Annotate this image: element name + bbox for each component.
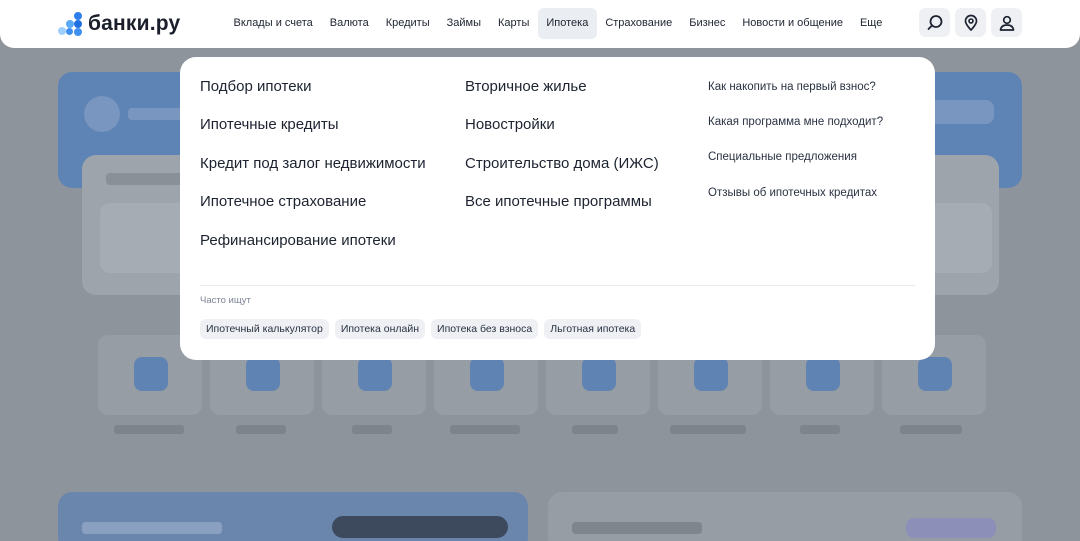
menu-link-special-offers[interactable]: Специальные предложения xyxy=(708,145,883,180)
menu-link-mortgage-insurance[interactable]: Ипотечное страхование xyxy=(200,190,426,228)
menu-link-save-down-payment[interactable]: Как накопить на первый взнос? xyxy=(708,75,883,110)
tile-label-placeholder xyxy=(236,425,286,434)
tile-label-placeholder xyxy=(670,425,746,434)
osago-banner xyxy=(58,492,528,541)
user-icon xyxy=(999,15,1014,31)
tile-label-placeholder xyxy=(900,425,962,434)
nav-item-loans[interactable]: Займы xyxy=(438,8,489,39)
site-logo[interactable]: банки.ру xyxy=(58,10,180,38)
tile-icon xyxy=(918,357,952,391)
tile-icon xyxy=(470,357,504,391)
chip-preferential-mortgage[interactable]: Льготная ипотека xyxy=(544,319,642,339)
menu-link-mortgage-credits[interactable]: Ипотечные кредиты xyxy=(200,113,426,151)
nav-item-insurance[interactable]: Страхование xyxy=(597,8,681,39)
nav-item-mortgage[interactable]: Ипотека xyxy=(537,8,597,39)
logo-text: банки.ру xyxy=(88,12,181,35)
logo-dots-icon xyxy=(58,12,84,36)
nav-item-business[interactable]: Бизнес xyxy=(681,8,734,39)
nav-item-deposits[interactable]: Вклады и счета xyxy=(225,8,321,39)
tile-icon xyxy=(358,357,392,391)
menu-link-secured-loan[interactable]: Кредит под залог недвижимости xyxy=(200,152,426,190)
nav-item-credits[interactable]: Кредиты xyxy=(377,8,438,39)
bonus-pill-placeholder xyxy=(906,518,996,538)
search-icon xyxy=(927,14,942,30)
tile-label-placeholder xyxy=(572,425,618,434)
menu-link-secondary-housing[interactable]: Вторичное жилье xyxy=(465,75,659,113)
tile-icon xyxy=(246,357,280,391)
menu-link-house-construction[interactable]: Строительство дома (ИЖС) xyxy=(465,152,659,190)
chip-mortgage-calculator[interactable]: Ипотечный калькулятор xyxy=(200,319,329,339)
menu-link-which-program[interactable]: Какая программа мне подходит? xyxy=(708,110,883,145)
menu-link-all-programs[interactable]: Все ипотечные программы xyxy=(465,190,659,228)
tile-label-placeholder xyxy=(114,425,184,434)
osago-text-placeholder xyxy=(82,522,222,534)
menu-column-articles: Как накопить на первый взнос? Какая прог… xyxy=(708,75,883,216)
nav-item-currency[interactable]: Валюта xyxy=(321,8,377,39)
tile-icon xyxy=(134,357,168,391)
tile-icon xyxy=(806,357,840,391)
mortgage-mega-menu: Подбор ипотеки Ипотечные кредиты Кредит … xyxy=(180,57,935,360)
tile-label-placeholder xyxy=(450,425,520,434)
osago-button-placeholder xyxy=(332,516,508,538)
banner-icon xyxy=(84,96,120,132)
site-header: банки.ру Вклады и счета Валюта Кредиты З… xyxy=(0,0,1080,48)
menu-link-mortgage-reviews[interactable]: Отзывы об ипотечных кредитах xyxy=(708,181,883,216)
tile-label-placeholder xyxy=(800,425,840,434)
nav-item-more[interactable]: Еще xyxy=(851,8,890,39)
chip-mortgage-online[interactable]: Ипотека онлайн xyxy=(334,319,426,339)
menu-link-mortgage-selection[interactable]: Подбор ипотеки xyxy=(200,75,426,113)
nav-item-cards[interactable]: Карты xyxy=(490,8,538,39)
menu-column-housing: Вторичное жилье Новостройки Строительств… xyxy=(465,75,659,229)
bonus-text-placeholder xyxy=(572,522,702,534)
menu-column-main: Подбор ипотеки Ипотечные кредиты Кредит … xyxy=(200,75,426,267)
main-nav: Вклады и счета Валюта Кредиты Займы Карт… xyxy=(225,8,891,39)
often-searched-label: Часто ищут xyxy=(200,295,251,306)
bonus-card xyxy=(548,492,1022,541)
profile-button[interactable] xyxy=(991,8,1022,37)
tile-icon xyxy=(694,357,728,391)
location-pin-icon xyxy=(964,14,977,31)
tile-label-placeholder xyxy=(352,425,392,434)
tile-icon xyxy=(582,357,616,391)
search-button[interactable] xyxy=(919,8,950,37)
menu-divider xyxy=(200,285,915,286)
popular-searches: Ипотечный калькулятор Ипотека онлайн Ипо… xyxy=(200,319,642,339)
nav-item-news[interactable]: Новости и общение xyxy=(734,8,852,39)
location-button[interactable] xyxy=(955,8,986,37)
chip-no-down-payment[interactable]: Ипотека без взноса xyxy=(431,319,539,339)
menu-link-refinancing[interactable]: Рефинансирование ипотеки xyxy=(200,229,426,267)
menu-link-new-buildings[interactable]: Новостройки xyxy=(465,113,659,151)
